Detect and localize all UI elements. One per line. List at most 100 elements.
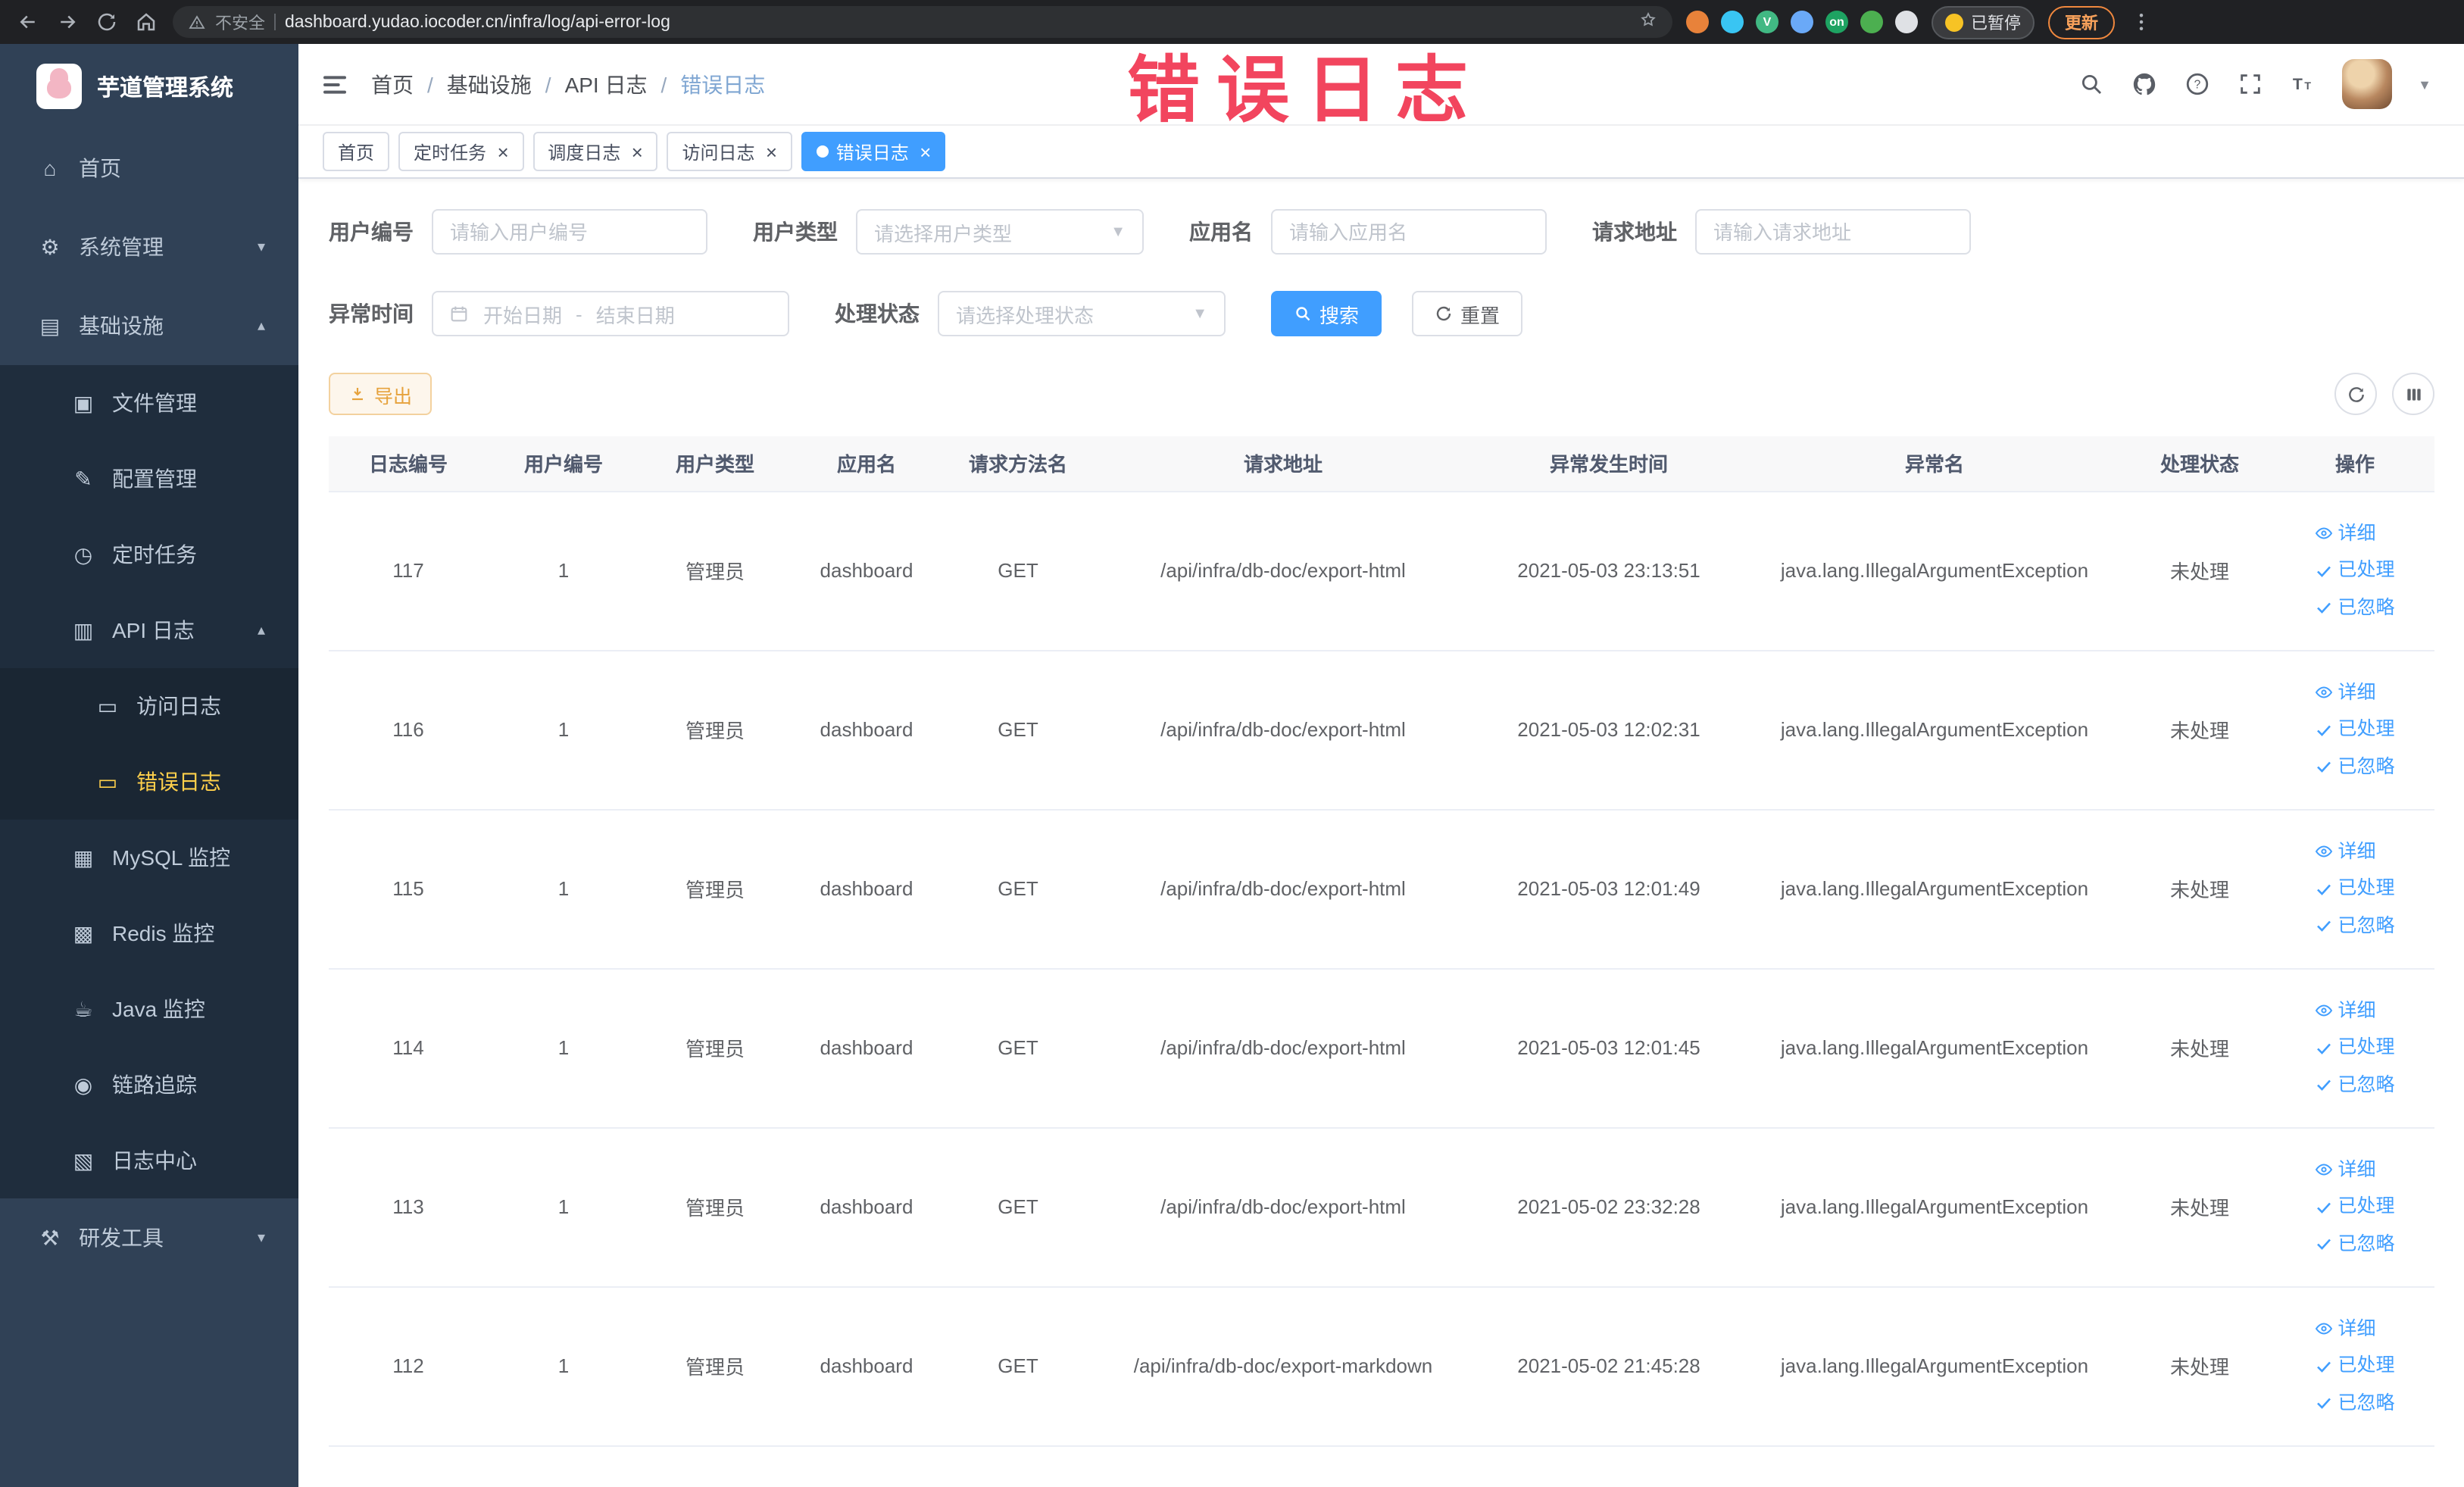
reload-icon[interactable] [94,9,120,35]
address-bar[interactable]: 不安全 dashboard.yudao.iocoder.cn/infra/log… [173,6,1672,38]
breadcrumb-item[interactable]: 首页 [371,69,414,99]
bookmark-star-icon[interactable] [1639,11,1657,33]
search-icon[interactable] [2077,70,2104,98]
close-icon[interactable]: × [497,142,508,161]
extension-grid[interactable] [1791,11,1813,33]
app-logo[interactable]: 芋道管理系统 [0,44,298,129]
sidebar-item-system-mgmt[interactable]: ⚙ 系统管理 ▾ [0,208,298,286]
sidebar-item-redis-monitor[interactable]: ▩ Redis 监控 [0,895,298,971]
process-status-select[interactable]: 请选择处理状态 ▼ [938,291,1226,336]
sidebar-item-infrastructure[interactable]: ▤ 基础设施 ▴ [0,286,298,365]
page-url[interactable]: dashboard.yudao.iocoder.cn/infra/log/api… [285,13,1630,31]
tag-access-log[interactable]: 访问日志 × [667,132,792,171]
hamburger-icon[interactable] [320,69,350,99]
processed-link[interactable]: 已处理 [2315,713,2395,747]
sidebar-item-dev-tools[interactable]: ⚒ 研发工具 ▾ [0,1198,298,1277]
menu-item-label: 错误日志 [136,770,221,794]
detail-link[interactable]: 详细 [2315,994,2376,1028]
sidebar-item-access-log[interactable]: ▭ 访问日志 [0,668,298,744]
processed-link[interactable]: 已处理 [2315,1190,2395,1224]
breadcrumb-item[interactable]: 基础设施 [447,69,532,99]
home-icon: ⌂ [43,156,57,180]
browser-home-icon[interactable] [133,9,159,35]
extension-orange[interactable] [1686,11,1709,33]
detail-link[interactable]: 详细 [2315,835,2376,869]
breadcrumb-separator: / [427,72,433,96]
ignored-link[interactable]: 已忽略 [2315,909,2395,943]
detail-link[interactable]: 详细 [2315,517,2376,551]
cell-app-name: dashboard [791,1127,942,1287]
sidebar-item-java-monitor[interactable]: ☕ Java 监控 [0,971,298,1047]
processed-link[interactable]: 已处理 [2315,872,2395,906]
avatar[interactable] [2342,59,2393,109]
ignored-link[interactable]: 已忽略 [2315,750,2395,784]
cell-method: GET [942,491,1094,651]
ignored-link[interactable]: 已忽略 [2315,1227,2395,1261]
error-log-table: 日志编号 用户编号 用户类型 应用名 请求方法名 请求地址 异常发生时间 异常名… [329,436,2434,1446]
processed-link[interactable]: 已处理 [2315,1031,2395,1065]
breadcrumb-item[interactable]: API 日志 [565,69,648,99]
user-type-select[interactable]: 请选择用户类型 ▼ [856,209,1144,255]
breadcrumb-item[interactable]: 错误日志 [680,69,765,99]
sidebar-item-home[interactable]: ⌂ 首页 [0,129,298,208]
processed-link[interactable]: 已处理 [2315,554,2395,588]
search-button[interactable]: 搜索 [1271,291,1382,336]
font-size-icon[interactable]: TT [2289,70,2316,98]
extension-drop[interactable] [1721,11,1744,33]
tag-label: 调度日志 [548,142,621,163]
tag-home[interactable]: 首页 × [323,132,390,171]
sidebar-item-api-logs[interactable]: ▥ API 日志 ▴ [0,592,298,668]
tag-scheduled-jobs[interactable]: 定时任务 × [398,132,524,171]
sidebar-item-config-mgmt[interactable]: ✎ 配置管理 [0,441,298,517]
extension-leaf[interactable] [1860,11,1883,33]
close-icon[interactable]: × [920,142,931,161]
ignored-link[interactable]: 已忽略 [2315,1386,2395,1420]
fullscreen-icon[interactable] [2236,70,2263,98]
calendar-icon [451,306,467,322]
help-icon[interactable]: ? [2183,70,2210,98]
column-header: 用户编号 [488,436,639,492]
app-name-input[interactable] [1271,209,1547,255]
detail-link[interactable]: 详细 [2315,1312,2376,1346]
update-button[interactable]: 更新 [2048,5,2115,39]
cell-request-url: /api/infra/db-doc/export-html [1094,809,1472,969]
github-icon[interactable] [2130,70,2157,98]
reset-button[interactable]: 重置 [1412,291,1523,336]
tag-schedule-log[interactable]: 调度日志 × [532,132,658,171]
request-url-input[interactable] [1695,209,1971,255]
tag-error-log[interactable]: 错误日志 × [801,132,946,171]
extension-on-badge[interactable]: on [1825,11,1848,33]
date-range-input[interactable]: 开始日期 - 结束日期 [432,291,789,336]
ignored-link[interactable]: 已忽略 [2315,1068,2395,1102]
sidebar-item-error-log[interactable]: ▭ 错误日志 [0,744,298,820]
cell-user-type: 管理员 [639,809,791,969]
cell-status: 未处理 [2124,809,2275,969]
sidebar-item-mysql-monitor[interactable]: ▦ MySQL 监控 [0,820,298,895]
column-settings-button[interactable] [2392,373,2434,415]
sidebar-item-log-center[interactable]: ▧ 日志中心 [0,1123,298,1198]
processed-link[interactable]: 已处理 [2315,1349,2395,1383]
request-url-label: 请求地址 [1592,220,1677,244]
extension-vue[interactable]: V [1756,11,1779,33]
refresh-button[interactable] [2334,373,2377,415]
extension-pin[interactable] [1895,11,1918,33]
ignored-link[interactable]: 已忽略 [2315,591,2395,625]
avatar-caret-icon[interactable]: ▼ [2418,77,2431,92]
sidebar-item-trace[interactable]: ◉ 链路追踪 [0,1047,298,1123]
detail-link[interactable]: 详细 [2315,676,2376,710]
security-label[interactable]: 不安全 [215,10,265,34]
close-icon[interactable]: × [766,142,777,161]
detail-link[interactable]: 详细 [2315,1153,2376,1187]
browser-menu-icon[interactable] [2128,9,2154,35]
sidebar-item-file-mgmt[interactable]: ▣ 文件管理 [0,365,298,441]
close-icon[interactable]: × [631,142,642,161]
user-id-input[interactable] [432,209,707,255]
export-button[interactable]: 导出 [329,373,433,415]
back-icon[interactable] [15,9,41,35]
cell-status: 未处理 [2124,491,2275,651]
sidebar-item-scheduled-jobs[interactable]: ◷ 定时任务 [0,517,298,592]
forward-icon[interactable] [55,9,80,35]
columns-icon [2406,388,2420,400]
cell-log-id: 113 [329,1127,488,1287]
paused-badge[interactable]: 已暂停 [1932,5,2035,39]
